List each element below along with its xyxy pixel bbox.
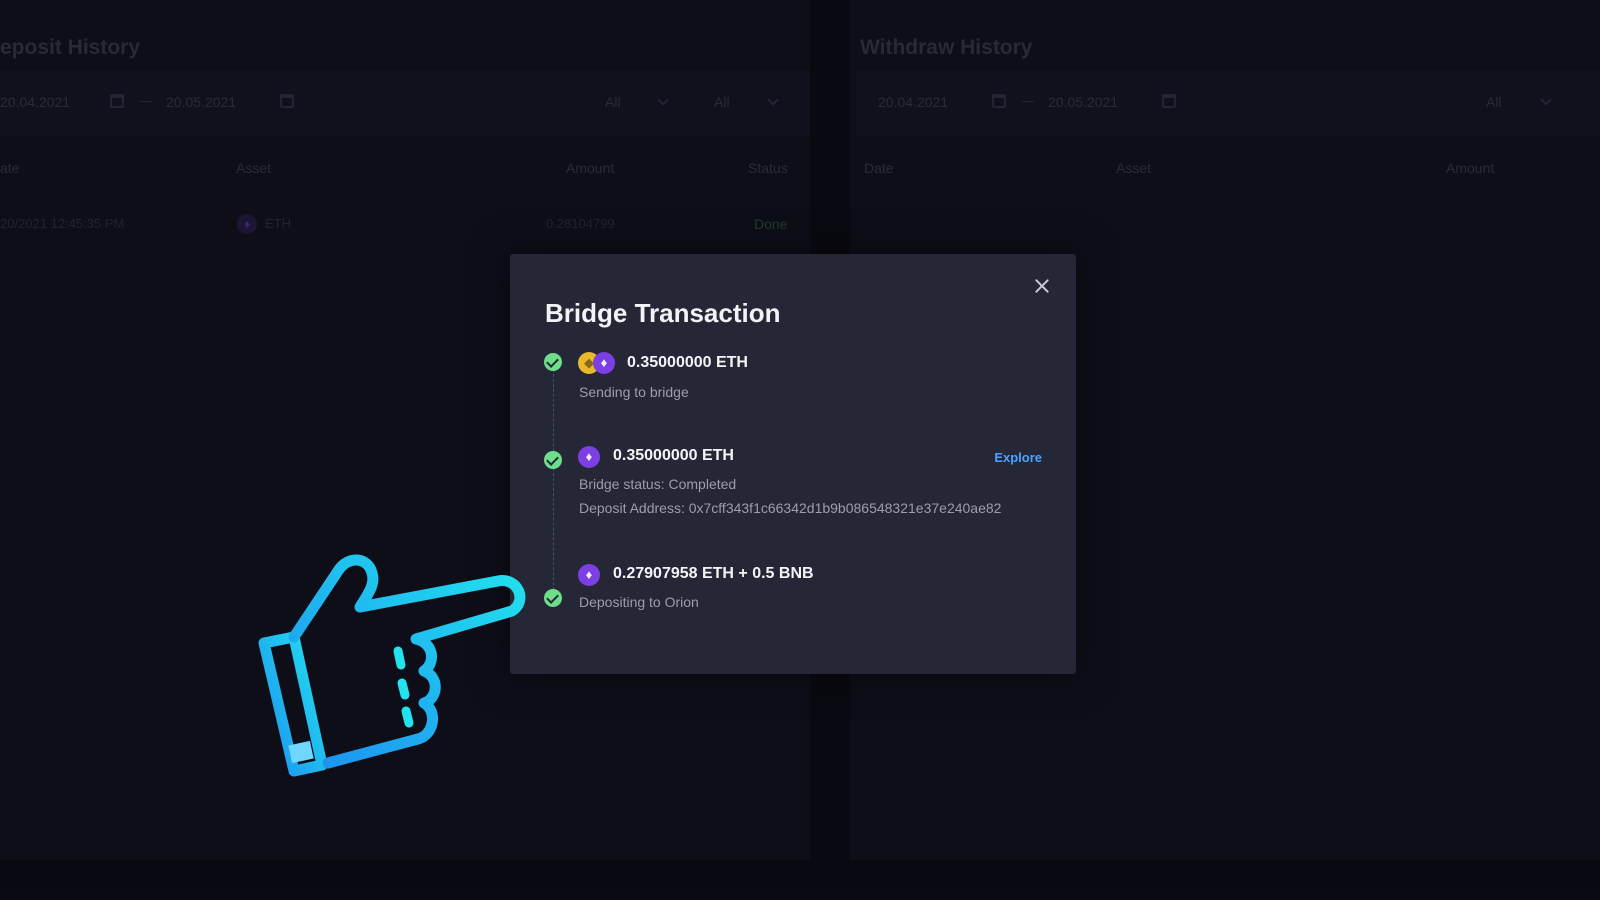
step-2-status: Bridge status: Completed [579, 476, 737, 492]
step-2-amount: 0.35000000 ETH [613, 447, 734, 464]
step-1-status: Sending to bridge [579, 384, 689, 400]
step-3-status: Depositing to Orion [579, 594, 699, 610]
modal-title: Bridge Transaction [545, 298, 781, 328]
step-1-amount: 0.35000000 ETH [627, 354, 748, 371]
bridge-transaction-modal: Bridge Transaction ◆ ♦ 0.35000000 ETH Se… [510, 254, 1076, 674]
check-circle-icon [544, 353, 562, 371]
deposit-address: Deposit Address: 0x7cff343f1c66342d1b9b0… [579, 500, 1002, 516]
check-circle-icon [544, 589, 562, 607]
close-icon[interactable] [1030, 274, 1054, 298]
eth-coin-icon: ♦ [593, 352, 615, 374]
check-circle-icon [544, 451, 562, 469]
step-3-amount: 0.27907958 ETH + 0.5 BNB [613, 565, 814, 582]
pointing-hand-icon [258, 554, 526, 777]
eth-coin-icon: ♦ [578, 564, 600, 586]
explore-link[interactable]: Explore [994, 450, 1042, 465]
eth-coin-icon: ♦ [578, 446, 600, 468]
timeline-line [553, 364, 554, 600]
